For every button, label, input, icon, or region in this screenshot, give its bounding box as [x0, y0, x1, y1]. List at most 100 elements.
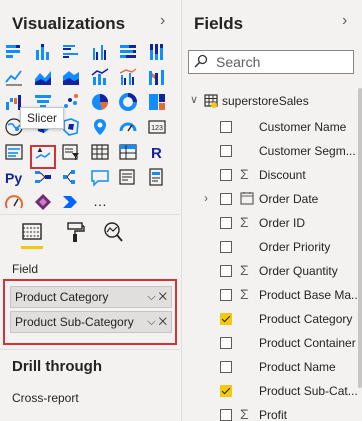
field-well-label: Field: [12, 262, 39, 276]
field-well-product-sub-category[interactable]: Product Sub-Category ⌵ ✕: [10, 311, 172, 333]
multi-row-card-icon[interactable]: [4, 142, 24, 162]
field-checkbox[interactable]: [220, 361, 232, 373]
field-checkbox[interactable]: [220, 313, 232, 325]
svg-text:123: 123: [151, 125, 163, 132]
field-item[interactable]: Customer Name: [182, 116, 362, 140]
field-item[interactable]: Product Category: [182, 308, 362, 332]
sigma-icon: Σ: [240, 166, 249, 182]
line-column-icon[interactable]: [90, 67, 110, 87]
field-item[interactable]: Customer Segm...: [182, 140, 362, 164]
field-checkbox[interactable]: [220, 265, 232, 277]
field-well-label: Product Sub-Category: [15, 315, 134, 329]
key-influencers-icon[interactable]: [33, 167, 53, 187]
drill-divider: [0, 349, 180, 350]
clustered-column-icon[interactable]: [90, 42, 110, 62]
field-item[interactable]: Σ Order ID: [182, 212, 362, 236]
fields-search-input[interactable]: Search: [188, 50, 354, 74]
stacked-bar-icon[interactable]: [4, 42, 24, 62]
gauge-icon[interactable]: [118, 117, 138, 137]
chevron-down-icon[interactable]: ⌵: [147, 291, 155, 303]
format-paint-icon[interactable]: [62, 219, 88, 247]
chevron-down-icon[interactable]: ∨: [190, 93, 198, 106]
field-checkbox[interactable]: [220, 217, 232, 229]
more-visuals-icon[interactable]: …: [90, 192, 110, 212]
analytics-icon[interactable]: [100, 219, 126, 247]
field-name: Product Sub-Cat...: [259, 384, 358, 398]
field-item[interactable]: Product Name: [182, 356, 362, 380]
decomposition-tree-icon[interactable]: [61, 167, 81, 187]
field-item[interactable]: Product Container: [182, 332, 362, 356]
sigma-icon: Σ: [240, 214, 249, 230]
power-automate-icon[interactable]: [61, 192, 81, 212]
sigma-icon: Σ: [240, 406, 249, 421]
field-name: Customer Name: [259, 120, 347, 134]
card-icon[interactable]: 123: [147, 117, 167, 137]
field-checkbox[interactable]: [220, 193, 232, 205]
field-checkbox[interactable]: [220, 121, 232, 133]
field-checkbox[interactable]: [220, 385, 232, 397]
pie-icon[interactable]: [90, 92, 110, 112]
metrics-icon[interactable]: [4, 192, 24, 212]
fields-title: Fields: [194, 14, 244, 33]
field-checkbox[interactable]: [220, 409, 232, 421]
field-name: Order Date: [259, 192, 319, 206]
field-item[interactable]: Σ Order Quantity: [182, 260, 362, 284]
field-item[interactable]: Order Priority: [182, 236, 362, 260]
field-item[interactable]: Σ Product Base Ma...: [182, 284, 362, 308]
matrix-icon[interactable]: [118, 142, 138, 162]
collapse-visualizations-chevron-right-icon[interactable]: ›: [160, 12, 165, 30]
search-placeholder: Search: [216, 54, 261, 70]
line-chart-icon[interactable]: [4, 67, 24, 87]
100-column-icon[interactable]: [147, 42, 167, 62]
ribbon-chart-icon[interactable]: [147, 67, 167, 87]
donut-icon[interactable]: [118, 92, 138, 112]
fields-wells-icon[interactable]: [19, 219, 45, 249]
field-checkbox[interactable]: [220, 145, 232, 157]
calendar-icon: [240, 191, 254, 207]
qa-icon[interactable]: [90, 167, 110, 187]
field-checkbox[interactable]: [220, 169, 232, 181]
field-item[interactable]: Σ Profit: [182, 404, 362, 421]
line-clustered-column-icon[interactable]: [118, 67, 138, 87]
field-wells-box: Product Category ⌵ ✕ Product Sub-Categor…: [3, 279, 177, 345]
slicer-icon[interactable]: [61, 142, 81, 162]
field-item[interactable]: Σ Discount: [182, 164, 362, 188]
field-well-label: Product Category: [15, 290, 109, 304]
field-checkbox[interactable]: [220, 241, 232, 253]
field-name: Order ID: [259, 216, 306, 230]
r-script-icon[interactable]: R: [147, 142, 167, 162]
azure-map-icon[interactable]: [90, 117, 110, 137]
visualizations-title: Visualizations: [12, 14, 126, 33]
svg-text:Py: Py: [5, 170, 22, 186]
field-name: Order Priority: [259, 240, 331, 254]
area-chart-icon[interactable]: [33, 67, 53, 87]
paginated-report-icon[interactable]: [147, 167, 167, 187]
field-item[interactable]: Product Sub-Cat...: [182, 380, 362, 404]
field-name: Product Container: [259, 336, 356, 350]
treemap-icon[interactable]: [147, 92, 167, 112]
fields-scrollbar[interactable]: [358, 88, 362, 388]
field-item[interactable]: › Order Date: [182, 188, 362, 212]
field-checkbox[interactable]: [220, 289, 232, 301]
close-icon[interactable]: ✕: [159, 291, 167, 303]
python-icon[interactable]: Py: [4, 167, 24, 187]
field-name: Product Name: [259, 360, 336, 374]
table-name: superstoreSales: [222, 94, 309, 108]
field-well-product-category[interactable]: Product Category ⌵ ✕: [10, 286, 172, 308]
clustered-bar-icon[interactable]: [61, 42, 81, 62]
chevron-right-icon[interactable]: ›: [204, 191, 208, 205]
collapse-fields-chevron-right-icon[interactable]: ›: [342, 12, 347, 30]
table-icon[interactable]: [90, 142, 110, 162]
chevron-down-icon[interactable]: ⌵: [147, 316, 155, 328]
cross-report-label: Cross-report: [12, 391, 79, 405]
close-icon[interactable]: ✕: [159, 316, 167, 328]
field-checkbox[interactable]: [220, 337, 232, 349]
smart-narrative-icon[interactable]: [118, 167, 138, 187]
svg-text:…: …: [93, 193, 107, 209]
100-bar-icon[interactable]: [118, 42, 138, 62]
table-icon: [204, 94, 218, 108]
stacked-area-icon[interactable]: [61, 67, 81, 87]
stacked-column-icon[interactable]: [33, 42, 53, 62]
power-apps-icon[interactable]: [33, 192, 53, 212]
field-name: Product Category: [259, 312, 353, 326]
